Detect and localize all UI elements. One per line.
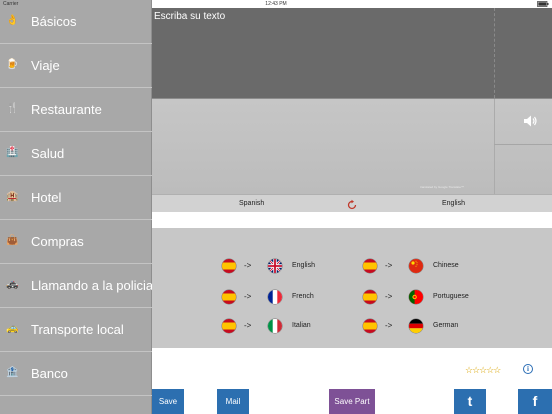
hand-icon: 👌 bbox=[6, 15, 19, 26]
shopping-icon: 👜 bbox=[6, 235, 19, 246]
flag-germany-icon bbox=[409, 319, 423, 333]
info-icon[interactable]: i bbox=[523, 364, 533, 374]
source-language-button[interactable]: Spanish bbox=[239, 200, 264, 207]
travel-icon: 🍺 bbox=[6, 59, 19, 70]
spacer-band bbox=[152, 212, 552, 228]
output-divider-horizontal bbox=[494, 144, 552, 145]
sidebar-item-viaje[interactable]: 🍺 Viaje bbox=[0, 44, 152, 88]
sidebar-item-label: Salud bbox=[31, 146, 65, 161]
hotel-icon: 🏨 bbox=[6, 191, 19, 202]
target-language-button[interactable]: English bbox=[442, 200, 465, 207]
pair-label: Portuguese bbox=[433, 293, 469, 300]
sidebar-item-transporte[interactable]: 🚕 Transporte local bbox=[0, 308, 152, 352]
sidebar-item-restaurante[interactable]: 🍴 Restaurante bbox=[0, 88, 152, 132]
status-bar: Carrier 12:43 PM bbox=[0, 0, 552, 8]
swap-languages-icon[interactable] bbox=[346, 198, 358, 210]
restaurant-icon: 🍴 bbox=[6, 103, 19, 114]
sidebar-item-compras[interactable]: 👜 Compras bbox=[0, 220, 152, 264]
pair-label: Italian bbox=[292, 322, 311, 329]
pair-label: English bbox=[292, 262, 315, 269]
mail-button[interactable]: Mail bbox=[217, 389, 249, 414]
taxi-icon: 🚕 bbox=[6, 323, 19, 334]
flag-france-icon bbox=[268, 290, 282, 304]
input-placeholder: Escriba su texto bbox=[154, 11, 226, 22]
arrow-text: -> bbox=[244, 321, 252, 330]
bank-icon: 🏦 bbox=[6, 367, 19, 378]
sidebar-item-label: Compras bbox=[31, 234, 84, 249]
flag-spain-icon bbox=[222, 290, 236, 304]
sidebar-item-label: Hotel bbox=[31, 190, 62, 205]
arrow-text: -> bbox=[385, 321, 393, 330]
input-guide-line bbox=[494, 8, 495, 98]
sidebar-item-policia[interactable]: 🚓 Llamando a la policia bbox=[0, 264, 154, 308]
pair-label: German bbox=[433, 322, 459, 329]
sidebar-item-label: Viaje bbox=[31, 58, 60, 73]
sidebar-item-label: Llamando a la policia bbox=[31, 278, 154, 293]
output-divider bbox=[494, 99, 495, 195]
clock: 12:43 PM bbox=[265, 1, 287, 7]
flag-uk-icon bbox=[268, 259, 282, 273]
flag-italy-icon bbox=[268, 319, 282, 333]
google-credit: translated by Google Translate™ bbox=[420, 185, 464, 189]
speaker-icon[interactable] bbox=[522, 113, 538, 129]
language-bar: Spanish English bbox=[152, 194, 552, 212]
pair-label: Chinese bbox=[433, 262, 459, 269]
sidebar-item-salud[interactable]: 🏥 Salud bbox=[0, 132, 152, 176]
police-car-icon: 🚓 bbox=[6, 279, 19, 290]
arrow-text: -> bbox=[244, 292, 252, 301]
translation-output: translated by Google Translate™ bbox=[152, 98, 552, 195]
flag-spain-icon bbox=[222, 259, 236, 273]
arrow-text: -> bbox=[385, 292, 393, 301]
pair-spanish-german[interactable]: -> German bbox=[363, 316, 533, 336]
source-text-input[interactable]: Escriba su texto bbox=[152, 8, 552, 98]
category-sidebar: 👌 Básicos 🍺 Viaje 🍴 Restaurante 🏥 Salud … bbox=[0, 0, 154, 414]
health-icon: 🏥 bbox=[6, 147, 19, 158]
language-pairs-panel: -> English -> Chinese -> French -> Portu… bbox=[152, 228, 552, 348]
sidebar-item-label: Restaurante bbox=[31, 102, 102, 117]
sidebar-item-label: Transporte local bbox=[31, 322, 124, 337]
pair-label: French bbox=[292, 293, 314, 300]
flag-spain-icon bbox=[363, 259, 377, 273]
save-part-button[interactable]: Save Part bbox=[329, 389, 375, 414]
pair-spanish-portuguese[interactable]: -> Portuguese bbox=[363, 287, 533, 307]
sidebar-item-banco[interactable]: 🏦 Banco bbox=[0, 352, 152, 396]
flag-spain-icon bbox=[363, 290, 377, 304]
save-button[interactable]: Save bbox=[152, 389, 184, 414]
pair-spanish-chinese[interactable]: -> Chinese bbox=[363, 256, 533, 276]
flag-spain-icon bbox=[363, 319, 377, 333]
arrow-text: -> bbox=[385, 261, 393, 270]
facebook-button[interactable]: f bbox=[518, 389, 552, 414]
twitter-button[interactable]: t bbox=[454, 389, 486, 414]
flag-china-icon bbox=[409, 259, 423, 273]
flag-portugal-icon bbox=[409, 290, 423, 304]
sidebar-item-label: Banco bbox=[31, 366, 68, 381]
rating-stars[interactable]: ☆☆☆☆☆ bbox=[465, 365, 501, 376]
app-root: 👌 Básicos 🍺 Viaje 🍴 Restaurante 🏥 Salud … bbox=[0, 0, 552, 414]
arrow-text: -> bbox=[244, 261, 252, 270]
flag-spain-icon bbox=[222, 319, 236, 333]
sidebar-item-hotel[interactable]: 🏨 Hotel bbox=[0, 176, 152, 220]
